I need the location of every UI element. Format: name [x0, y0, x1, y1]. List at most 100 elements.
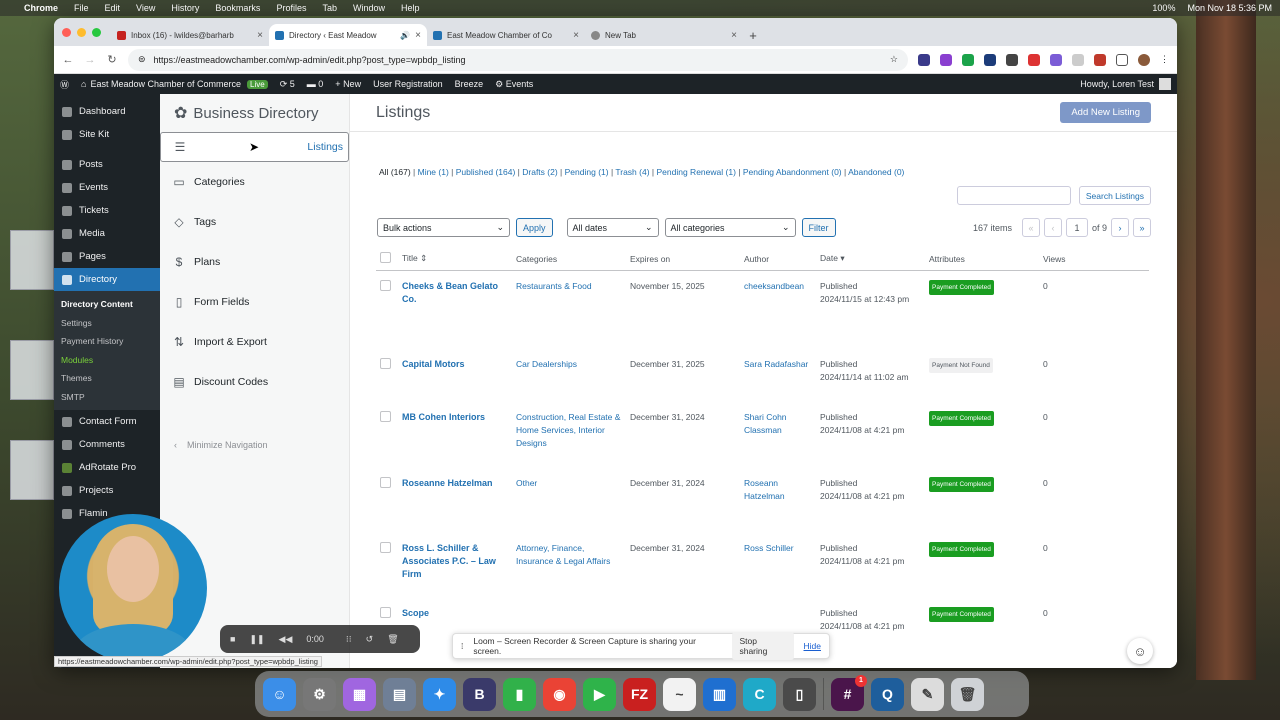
- close-tab-icon[interactable]: ×: [415, 30, 421, 41]
- hide-banner-link[interactable]: Hide: [804, 641, 821, 651]
- rewind-icon[interactable]: ◀◀: [279, 634, 293, 645]
- bbedit-icon[interactable]: B: [463, 677, 496, 711]
- row-checkbox[interactable]: [380, 607, 391, 618]
- search-input[interactable]: [956, 186, 1071, 205]
- close-tab-icon[interactable]: ×: [731, 30, 737, 41]
- menu-tab[interactable]: Tab: [322, 3, 337, 13]
- view-all[interactable]: All (167): [379, 167, 411, 177]
- battery-level[interactable]: 100%: [1152, 3, 1175, 13]
- menu-adrotate[interactable]: AdRotate Pro: [54, 456, 160, 479]
- extension-icon[interactable]: [1028, 53, 1040, 66]
- bd-nav-tags[interactable]: ◇ Tags: [160, 202, 349, 242]
- puzzle-icon[interactable]: [1116, 53, 1128, 66]
- extension-icon[interactable]: [1072, 53, 1084, 66]
- close-tab-icon[interactable]: ×: [573, 30, 579, 41]
- close-window-button[interactable]: [62, 27, 71, 37]
- extension-icon[interactable]: [1006, 53, 1018, 66]
- settings-icon[interactable]: ⚙: [303, 677, 336, 711]
- listing-categories[interactable]: Attorney, Finance, Insurance & Legal Aff…: [516, 543, 610, 566]
- menu-dashboard[interactable]: Dashboard: [54, 100, 160, 123]
- extension-icon[interactable]: [984, 53, 996, 66]
- view-drafts[interactable]: Drafts (2): [522, 167, 557, 177]
- new-content-link[interactable]: + New: [335, 79, 361, 89]
- view-pending-renewal[interactable]: Pending Renewal (1): [657, 167, 736, 177]
- forward-icon[interactable]: →: [84, 54, 96, 66]
- menu-file[interactable]: File: [74, 3, 89, 13]
- zoom-window-button[interactable]: [92, 27, 101, 37]
- menubar-app[interactable]: Chrome: [24, 3, 58, 13]
- date-filter-select[interactable]: All dates ⌄: [566, 218, 659, 237]
- last-page-button[interactable]: »: [1133, 218, 1151, 237]
- row-checkbox[interactable]: [380, 477, 391, 488]
- category-filter-select[interactable]: All categories ⌄: [664, 218, 796, 237]
- reload-icon[interactable]: ↻: [106, 53, 118, 66]
- clock[interactable]: Mon Nov 18 5:36 PM: [1187, 3, 1272, 13]
- comments-link[interactable]: ▬ 0: [307, 79, 324, 89]
- listing-title-link[interactable]: MB Cohen Interiors: [402, 412, 485, 422]
- submenu-payment-history[interactable]: Payment History: [54, 332, 160, 351]
- minimize-window-button[interactable]: [77, 27, 86, 37]
- view-pending[interactable]: Pending (1): [565, 167, 609, 177]
- extension-icon[interactable]: [940, 53, 952, 66]
- col-title[interactable]: Title ⇕: [398, 248, 512, 271]
- textedit-icon[interactable]: ✎: [911, 677, 944, 711]
- filezilla-icon[interactable]: FZ: [623, 677, 656, 711]
- menu-window[interactable]: Window: [353, 3, 385, 13]
- next-page-button[interactable]: ›: [1111, 218, 1129, 237]
- current-page-input[interactable]: 1: [1065, 218, 1088, 237]
- iphone-mirroring-icon[interactable]: ▯: [783, 677, 816, 711]
- trello-icon[interactable]: ▥: [703, 677, 736, 711]
- minimize-navigation[interactable]: ‹ Minimize Navigation: [174, 440, 268, 450]
- launchpad-icon[interactable]: ▦: [343, 677, 376, 711]
- menu-history[interactable]: History: [171, 3, 199, 13]
- submenu-modules[interactable]: Modules: [54, 351, 160, 370]
- menu-profiles[interactable]: Profiles: [276, 3, 306, 13]
- extension-icon[interactable]: [962, 53, 974, 66]
- site-info-icon[interactable]: ⊜: [138, 54, 146, 65]
- tab-chamber[interactable]: East Meadow Chamber of Co ×: [427, 24, 585, 46]
- facetime-icon[interactable]: ▶: [583, 677, 616, 711]
- slack-icon[interactable]: #1: [831, 674, 867, 711]
- menu-edit[interactable]: Edit: [105, 3, 121, 13]
- select-all-checkbox[interactable]: [380, 252, 391, 264]
- view-published[interactable]: Published (164): [456, 167, 516, 177]
- chrome-icon[interactable]: ◉: [543, 677, 576, 711]
- listing-title-link[interactable]: Roseanne Hatzelman: [402, 478, 493, 488]
- listing-categories[interactable]: Construction, Real Estate & Home Service…: [516, 412, 620, 448]
- events-link[interactable]: ⚙ Events: [495, 79, 533, 90]
- row-checkbox[interactable]: [380, 542, 391, 553]
- back-icon[interactable]: ←: [62, 54, 74, 66]
- bd-nav-categories[interactable]: ▭ Categories: [160, 162, 349, 202]
- tab-gmail[interactable]: Inbox (16) - lwildes@barharb ×: [111, 24, 269, 46]
- numbers-icon[interactable]: ▮: [503, 677, 536, 711]
- quicktime-icon[interactable]: Q: [871, 677, 904, 711]
- bulk-actions-select[interactable]: Bulk actions ⌄: [377, 218, 510, 237]
- pause-icon[interactable]: ❚❚: [249, 634, 264, 645]
- canva-icon[interactable]: C: [743, 677, 776, 711]
- submenu-smtp[interactable]: SMTP: [54, 388, 160, 407]
- drag-handle-icon[interactable]: ⁞: [461, 641, 463, 651]
- bd-nav-form-fields[interactable]: ▯ Form Fields: [160, 282, 349, 322]
- menu-contact-form[interactable]: Contact Form: [54, 410, 160, 433]
- url-field[interactable]: ⊜ https://eastmeadowchamber.com/wp-admin…: [128, 48, 908, 71]
- col-date[interactable]: Date ▾: [816, 248, 925, 271]
- speaker-icon[interactable]: 🔊: [400, 31, 410, 40]
- new-tab-button[interactable]: +: [743, 24, 763, 46]
- profile-avatar[interactable]: [1138, 53, 1150, 66]
- filter-button[interactable]: Filter: [801, 218, 836, 237]
- listing-categories[interactable]: Restaurants & Food: [516, 281, 592, 291]
- view-abandoned[interactable]: Abandoned (0): [848, 167, 904, 177]
- menu-pages[interactable]: Pages: [54, 245, 160, 268]
- updates-link[interactable]: ⟳ 5: [280, 79, 295, 90]
- row-checkbox[interactable]: [380, 279, 391, 291]
- apply-button[interactable]: Apply: [516, 218, 553, 237]
- submenu-settings[interactable]: Settings: [54, 314, 160, 333]
- user-registration-link[interactable]: User Registration: [373, 79, 443, 89]
- stop-sharing-button[interactable]: Stop sharing: [732, 632, 794, 660]
- freeform-icon[interactable]: ~: [663, 677, 696, 711]
- view-mine[interactable]: Mine (1): [418, 167, 449, 177]
- menu-media[interactable]: Media: [54, 222, 160, 245]
- safari-icon[interactable]: ✦: [423, 677, 456, 711]
- extension-icon[interactable]: [918, 53, 930, 66]
- row-checkbox[interactable]: [380, 411, 391, 422]
